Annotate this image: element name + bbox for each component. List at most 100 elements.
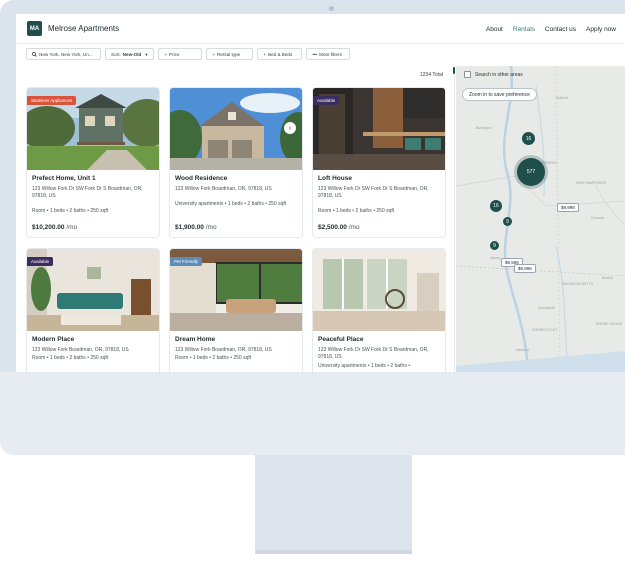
- plus-icon: +: [263, 51, 266, 57]
- map-cluster-marker[interactable]: 16: [490, 200, 502, 212]
- main-nav: About Rentals Contact us Apply now: [486, 14, 616, 44]
- map-price-pin[interactable]: $9,998: [514, 264, 536, 273]
- price-amount: $10,200.00: [32, 224, 65, 231]
- listing-address: 123 Willow Fork Dr SW Fork Dr S Boardman…: [318, 347, 429, 360]
- price-amount: $2,500.00: [318, 224, 347, 231]
- map-price-pin[interactable]: $9,998: [557, 203, 579, 212]
- price-filter-button[interactable]: + Price: [158, 48, 203, 60]
- results-total: 1234 Total: [420, 72, 443, 78]
- chevron-down-icon: ▼: [144, 51, 149, 57]
- listing-title[interactable]: Prefect Home, Unit 1: [32, 175, 96, 182]
- listing-card[interactable]: Stainless Appliances Prefect Home, Unit …: [26, 87, 160, 238]
- listing-card[interactable]: Available Loft House 123 Willow Fork Dr …: [312, 87, 446, 238]
- map-label: CONNECTICUT: [532, 328, 558, 332]
- listing-details: Room • 1 beds • 2 baths • 250 sqft: [32, 355, 109, 361]
- listing-address: 123 Willow Fork Boardman, OR, 97818, US: [175, 347, 272, 353]
- price-amount: $1,900.00: [175, 224, 204, 231]
- listing-address: 123 Willow Fork Dr SW Fork Dr S Boardman…: [32, 186, 143, 199]
- bed-baths-label: Bed & Beds: [268, 51, 293, 57]
- map-label: Springfield: [538, 306, 555, 310]
- listing-grid: Stainless Appliances Prefect Home, Unit …: [16, 80, 454, 372]
- map-label: MASSACHUSETTS: [562, 282, 594, 286]
- price-filter-label: Price: [169, 51, 180, 57]
- webcam-dot: [329, 6, 334, 11]
- availability-badge: Available: [27, 257, 54, 266]
- nav-apply-now[interactable]: Apply now: [586, 26, 616, 33]
- map-cluster-marker[interactable]: 577: [517, 158, 545, 186]
- listing-title[interactable]: Peaceful Place: [318, 336, 364, 343]
- map-cluster-marker[interactable]: 9: [490, 241, 499, 250]
- listing-title[interactable]: Modern Place: [32, 336, 74, 343]
- nav-rentals[interactable]: Rentals: [513, 26, 535, 33]
- sort-dropdown[interactable]: Sort: New-Old ▼: [105, 48, 155, 60]
- listing-details: Room • 1 beds • 2 baths • 250 sqft: [318, 208, 395, 214]
- listing-address: 123 Willow Fork Dr SW Fork Dr S Boardman…: [318, 186, 429, 199]
- listing-title[interactable]: Dream Home: [175, 336, 215, 343]
- listing-card[interactable]: Available Modern Place 123 Willow Fork B…: [26, 248, 160, 372]
- plus-icon: +: [212, 51, 215, 57]
- brand-name[interactable]: Melrose Apartments: [48, 24, 119, 33]
- amenity-badge: Stainless Appliances: [27, 96, 77, 105]
- top-navigation-bar: MA Melrose Apartments About Rentals Cont…: [16, 14, 625, 44]
- map-label: Hartford: [516, 348, 529, 352]
- listing-price: $10,200.00 /mo: [32, 224, 77, 231]
- map-label: Boston: [602, 276, 613, 280]
- map-cluster-marker[interactable]: 16: [522, 132, 535, 145]
- search-other-areas-checkbox[interactable]: [464, 71, 471, 78]
- monitor-stand: [255, 455, 412, 553]
- more-filters-label: More filters: [319, 51, 342, 57]
- sort-value: New-Old: [122, 51, 142, 57]
- map-cluster-marker[interactable]: 9: [503, 217, 512, 226]
- plus-icon: +: [164, 51, 167, 57]
- map-label: NEW HAMPSHIRE: [576, 181, 606, 185]
- more-filters-button[interactable]: ••• More filters: [306, 48, 351, 60]
- ellipsis-icon: •••: [312, 51, 318, 57]
- monitor-chin: [0, 372, 625, 455]
- sort-label: Sort:: [111, 51, 121, 57]
- search-other-areas-toggle[interactable]: Search in other areas: [464, 71, 523, 78]
- listing-photo[interactable]: [170, 88, 303, 170]
- map-label: Burlington: [476, 126, 492, 130]
- listing-card[interactable]: Peaceful Place 123 Willow Fork Dr SW For…: [312, 248, 446, 372]
- map-label: Albany: [490, 256, 501, 260]
- listing-address: 123 Willow Fork Boardman, OR, 97818, US: [32, 347, 129, 353]
- listing-title[interactable]: Wood Residence: [175, 175, 227, 182]
- listing-title[interactable]: Loft House: [318, 175, 352, 182]
- listing-price: $2,500.00 /mo: [318, 224, 360, 231]
- chevron-right-icon: ›: [288, 124, 292, 132]
- rental-type-label: Rental type: [217, 51, 241, 57]
- map-panel[interactable]: Rutland Concord Albany Springfield MASSA…: [456, 66, 625, 372]
- location-search-input[interactable]: New York, New York, Un...: [26, 48, 101, 60]
- next-photo-button[interactable]: ›: [284, 122, 296, 134]
- map-label: RHODE ISLAND: [596, 322, 623, 326]
- price-period: /mo: [348, 224, 360, 231]
- zoom-to-save-button[interactable]: Zoom in to save preference: [462, 88, 537, 101]
- listing-address: 123 Willow Fork Boardman, OR, 97818, US: [175, 186, 272, 192]
- search-icon: [32, 51, 37, 57]
- listing-photo[interactable]: [313, 249, 446, 331]
- search-other-areas-label: Search in other areas: [475, 71, 523, 78]
- list-scrollbar[interactable]: [453, 67, 455, 74]
- bed-baths-filter-button[interactable]: + Bed & Beds: [257, 48, 303, 60]
- location-value: New York, New York, Un...: [39, 51, 93, 57]
- listing-details: University apartments • 1 beds • 2 baths…: [175, 201, 287, 207]
- brand-logo[interactable]: MA: [27, 21, 42, 36]
- pet-friendly-badge: Pet Friendly: [170, 257, 203, 266]
- availability-badge: Available: [313, 96, 340, 105]
- listing-details: Room • 1 beds • 2 baths • 250 sqft: [175, 355, 252, 361]
- listing-details: University apartments • 1 beds • 2 baths…: [318, 363, 410, 369]
- listing-price: $1,900.00 /mo: [175, 224, 217, 231]
- listing-card[interactable]: › Wood Residence 123 Willow Fork Boardma…: [169, 87, 303, 238]
- price-period: /mo: [205, 224, 217, 231]
- nav-about[interactable]: About: [486, 26, 503, 33]
- nav-contact-us[interactable]: Contact us: [545, 26, 576, 33]
- map-label: Rutland: [556, 96, 569, 100]
- price-period: /mo: [66, 224, 78, 231]
- rental-type-filter-button[interactable]: + Rental type: [206, 48, 254, 60]
- listing-details: Room • 1 beds • 2 baths • 250 sqft: [32, 208, 109, 214]
- monitor-stand-foot: [255, 550, 412, 554]
- map-label: Concord: [591, 216, 605, 220]
- list-map-divider: [454, 66, 455, 372]
- listing-card[interactable]: Pet Friendly Dream Home 123 Willow Fork …: [169, 248, 303, 372]
- filter-bar: New York, New York, Un... Sort: New-Old ▼…: [26, 48, 351, 60]
